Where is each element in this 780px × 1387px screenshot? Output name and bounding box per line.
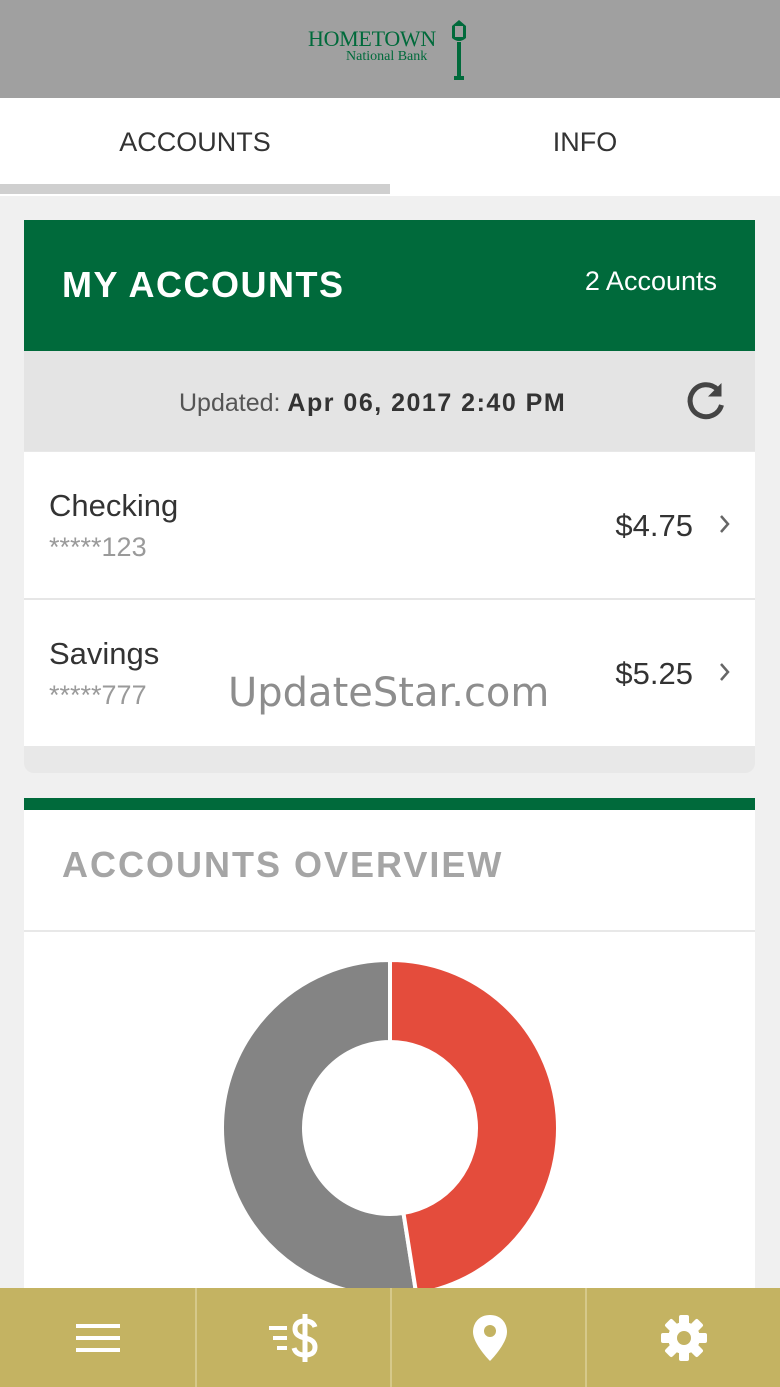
lamppost-icon bbox=[452, 20, 466, 80]
accounts-count: 2 Accounts bbox=[584, 266, 717, 296]
menu-icon bbox=[75, 1323, 120, 1352]
bottom-nav bbox=[0, 1288, 780, 1387]
updated-label: Updated: bbox=[179, 389, 281, 417]
tab-accounts[interactable]: ACCOUNTS bbox=[0, 98, 390, 186]
active-tab-indicator bbox=[0, 184, 390, 194]
overview-title: ACCOUNTS OVERVIEW bbox=[62, 844, 504, 885]
watermark: UpdateStar.com bbox=[228, 670, 550, 716]
location-pin-icon bbox=[472, 1314, 507, 1361]
chevron-right-icon bbox=[720, 515, 730, 533]
app-header: HOMETOWN National Bank bbox=[0, 0, 780, 98]
overview-divider bbox=[24, 930, 755, 932]
updated-timestamp: Apr 06, 2017 2:40 PM bbox=[287, 389, 567, 417]
logo-line2: National Bank bbox=[346, 49, 428, 64]
nav-transfer[interactable] bbox=[197, 1288, 392, 1387]
transfer-money-icon bbox=[268, 1313, 318, 1362]
account-name: Checking bbox=[49, 488, 179, 523]
donut-slice-0 bbox=[220, 958, 419, 1298]
chevron-right-icon bbox=[720, 663, 730, 681]
account-balance: $5.25 bbox=[615, 656, 693, 691]
nav-locations[interactable] bbox=[392, 1288, 587, 1387]
donut-slice-1 bbox=[388, 958, 560, 1297]
account-number: *****777 bbox=[49, 680, 147, 710]
refresh-icon[interactable] bbox=[682, 377, 730, 425]
account-row-checking[interactable]: Checking *****123 $4.75 bbox=[24, 452, 755, 600]
bank-logo: HOMETOWN National Bank bbox=[308, 18, 474, 82]
nav-settings[interactable] bbox=[587, 1288, 780, 1387]
tab-info[interactable]: INFO bbox=[390, 98, 780, 186]
my-accounts-header: MY ACCOUNTS 2 Accounts bbox=[24, 220, 755, 351]
updated-status: Updated: Apr 06, 2017 2:40 PM bbox=[179, 389, 566, 418]
tab-bar: ACCOUNTS INFO bbox=[0, 98, 780, 196]
account-name: Savings bbox=[49, 636, 160, 671]
account-balance: $4.75 bbox=[615, 508, 693, 543]
my-accounts-title: MY ACCOUNTS bbox=[62, 264, 345, 305]
gear-icon bbox=[660, 1314, 707, 1361]
updated-bar: Updated: Apr 06, 2017 2:40 PM bbox=[24, 351, 755, 451]
nav-menu[interactable] bbox=[0, 1288, 195, 1387]
account-number: *****123 bbox=[49, 532, 147, 562]
accounts-overview-card: ACCOUNTS OVERVIEW bbox=[24, 798, 755, 1310]
accounts-donut-chart bbox=[220, 958, 560, 1298]
